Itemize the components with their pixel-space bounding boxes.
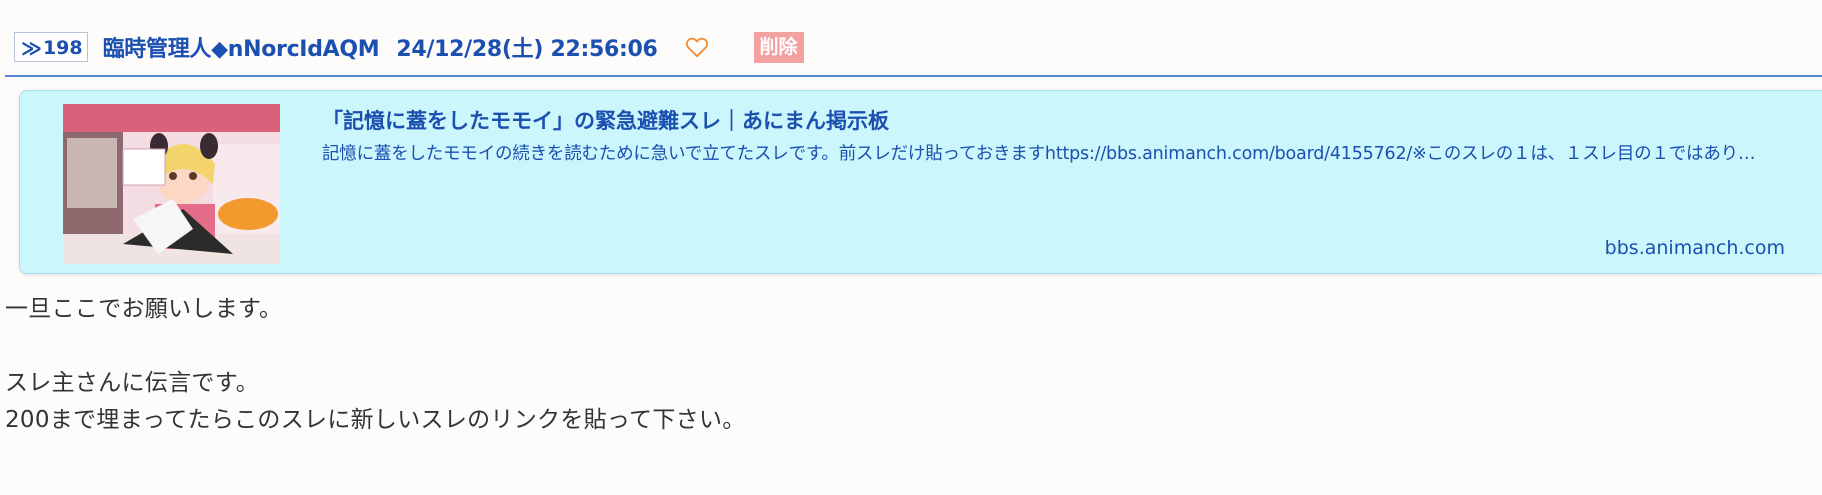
post-body: 一旦ここでお願いします。 スレ主さんに伝言です。 200まで埋まってたらこのスレ… (5, 291, 746, 439)
link-card-domain: bbs.animanch.com (1604, 237, 1785, 259)
header-divider (5, 75, 1822, 77)
post-body-line: 一旦ここでお願いします。 (5, 296, 283, 322)
reply-chevron-icon: ≫ (21, 36, 42, 60)
post-header: ≫ 198 臨時管理人◆nNorcIdAQM 24/12/28(土) 22:56… (14, 30, 804, 64)
link-thumbnail-image (63, 104, 280, 264)
post-body-line (5, 328, 746, 365)
link-card-title[interactable]: 「記憶に蓋をしたモモイ」の緊急避難スレ｜あにまん掲示板 (322, 105, 889, 135)
post-body-line: スレ主さんに伝言です。 (5, 370, 259, 396)
poster-name: 臨時管理人◆nNorcIdAQM (102, 37, 380, 62)
link-preview-card[interactable]: 「記憶に蓋をしたモモイ」の緊急避難スレ｜あにまん掲示板 記憶に蓋をしたモモイの続… (19, 90, 1822, 274)
reply-number-button[interactable]: ≫ 198 (14, 32, 88, 62)
reply-number: 198 (42, 37, 83, 59)
delete-button[interactable]: 削除 (753, 31, 804, 63)
link-card-description: 記憶に蓋をしたモモイの続きを読むために急いで立てたスレです。前スレだけ貼っておき… (322, 144, 1756, 164)
post-body-line: 200まで埋まってたらこのスレに新しいスレのリンクを貼って下さい。 (5, 407, 746, 433)
heart-outline-icon[interactable] (684, 34, 710, 60)
post-datetime: 24/12/28(土) 22:56:06 (396, 37, 658, 62)
